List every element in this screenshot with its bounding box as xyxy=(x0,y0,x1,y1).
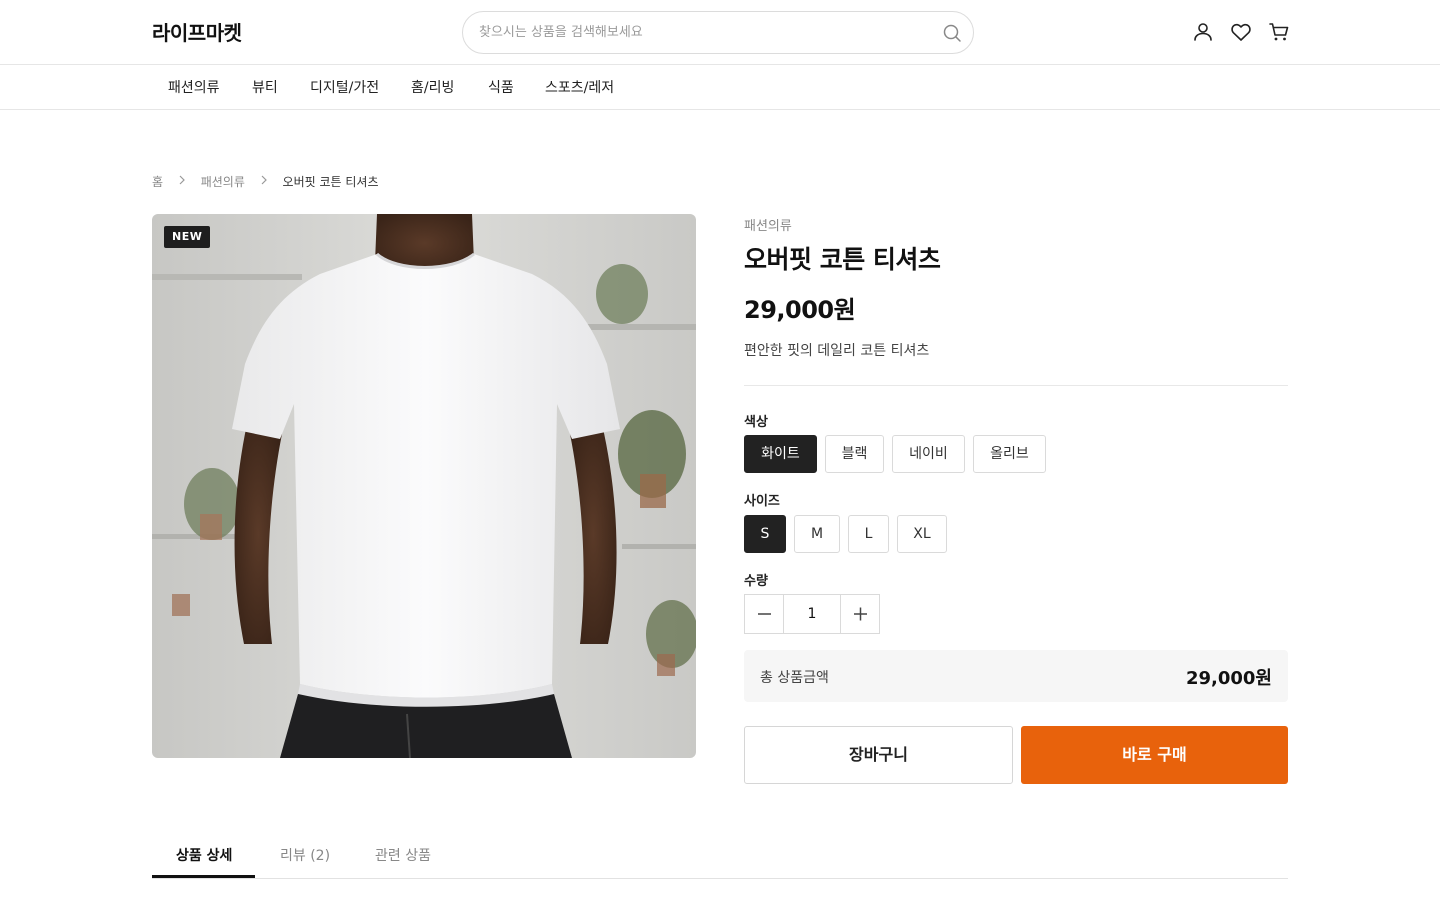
size-option-xl[interactable]: XL xyxy=(897,515,947,553)
heart-icon[interactable] xyxy=(1229,20,1253,44)
add-to-cart-button[interactable]: 장바구니 xyxy=(744,726,1013,784)
divider xyxy=(744,385,1288,386)
breadcrumb-home[interactable]: 홈 xyxy=(152,173,163,190)
active-tab-indicator xyxy=(152,875,255,878)
quantity-value[interactable]: 1 xyxy=(784,595,840,633)
color-label: 색상 xyxy=(744,415,768,430)
color-option-navy[interactable]: 네이비 xyxy=(892,435,965,473)
quantity-decrease-button[interactable] xyxy=(745,595,784,633)
category-item-food[interactable]: 식품 xyxy=(488,77,514,97)
chevron-right-icon xyxy=(179,175,185,185)
cart-icon[interactable] xyxy=(1267,20,1291,44)
product-title: 오버핏 코튼 티셔츠 xyxy=(744,245,941,274)
size-label: 사이즈 xyxy=(744,494,780,509)
search-icon[interactable] xyxy=(941,22,963,44)
color-option-olive[interactable]: 올리브 xyxy=(973,435,1046,473)
new-badge: NEW xyxy=(164,226,211,248)
size-option-l[interactable]: L xyxy=(848,515,889,553)
color-option-black[interactable]: 블랙 xyxy=(825,435,884,473)
quantity-increase-button[interactable] xyxy=(840,595,879,633)
plus-icon xyxy=(854,607,867,621)
search-input[interactable] xyxy=(479,12,939,53)
buy-now-button[interactable]: 바로 구매 xyxy=(1021,726,1288,784)
user-icon[interactable] xyxy=(1191,20,1215,44)
tabs-divider xyxy=(152,878,1288,879)
total-price-box: 총 상품금액 29,000원 xyxy=(744,650,1288,702)
size-option-m[interactable]: M xyxy=(794,515,840,553)
category-nav: 패션의류 뷰티 디지털/가전 홈/리빙 식품 스포츠/레저 xyxy=(0,65,1440,110)
product-price: 29,000원 xyxy=(744,296,856,324)
category-item-beauty[interactable]: 뷰티 xyxy=(252,77,278,97)
product-image xyxy=(152,214,696,758)
search-bar xyxy=(462,11,974,54)
category-item-sports[interactable]: 스포츠/레저 xyxy=(545,77,614,97)
breadcrumb-category[interactable]: 패션의류 xyxy=(201,173,245,190)
tab-related[interactable]: 관련 상품 xyxy=(375,845,431,865)
tab-reviews[interactable]: 리뷰 (2) xyxy=(280,845,330,865)
color-option-white[interactable]: 화이트 xyxy=(744,435,817,473)
product-description: 편안한 핏의 데일리 코튼 티셔츠 xyxy=(744,343,930,359)
category-item-fashion[interactable]: 패션의류 xyxy=(168,77,220,97)
product-category: 패션의류 xyxy=(744,219,792,234)
site-header: 라이프마켓 xyxy=(0,0,1440,65)
total-amount: 29,000원 xyxy=(1185,668,1272,689)
site-logo[interactable]: 라이프마켓 xyxy=(152,17,242,46)
total-label: 총 상품금액 xyxy=(760,670,829,686)
category-item-digital[interactable]: 디지털/가전 xyxy=(310,77,379,97)
chevron-right-icon xyxy=(261,175,267,185)
size-option-s[interactable]: S xyxy=(744,515,786,553)
breadcrumb: 홈 패션의류 오버핏 코튼 티셔츠 xyxy=(152,173,378,190)
breadcrumb-current: 오버핏 코튼 티셔츠 xyxy=(282,175,379,189)
tab-detail[interactable]: 상품 상세 xyxy=(176,845,232,865)
tshirt-photo xyxy=(152,214,696,758)
quantity-stepper: 1 xyxy=(744,594,880,634)
category-item-home[interactable]: 홈/리빙 xyxy=(411,77,454,97)
minus-icon xyxy=(758,613,771,615)
quantity-label: 수량 xyxy=(744,574,768,589)
